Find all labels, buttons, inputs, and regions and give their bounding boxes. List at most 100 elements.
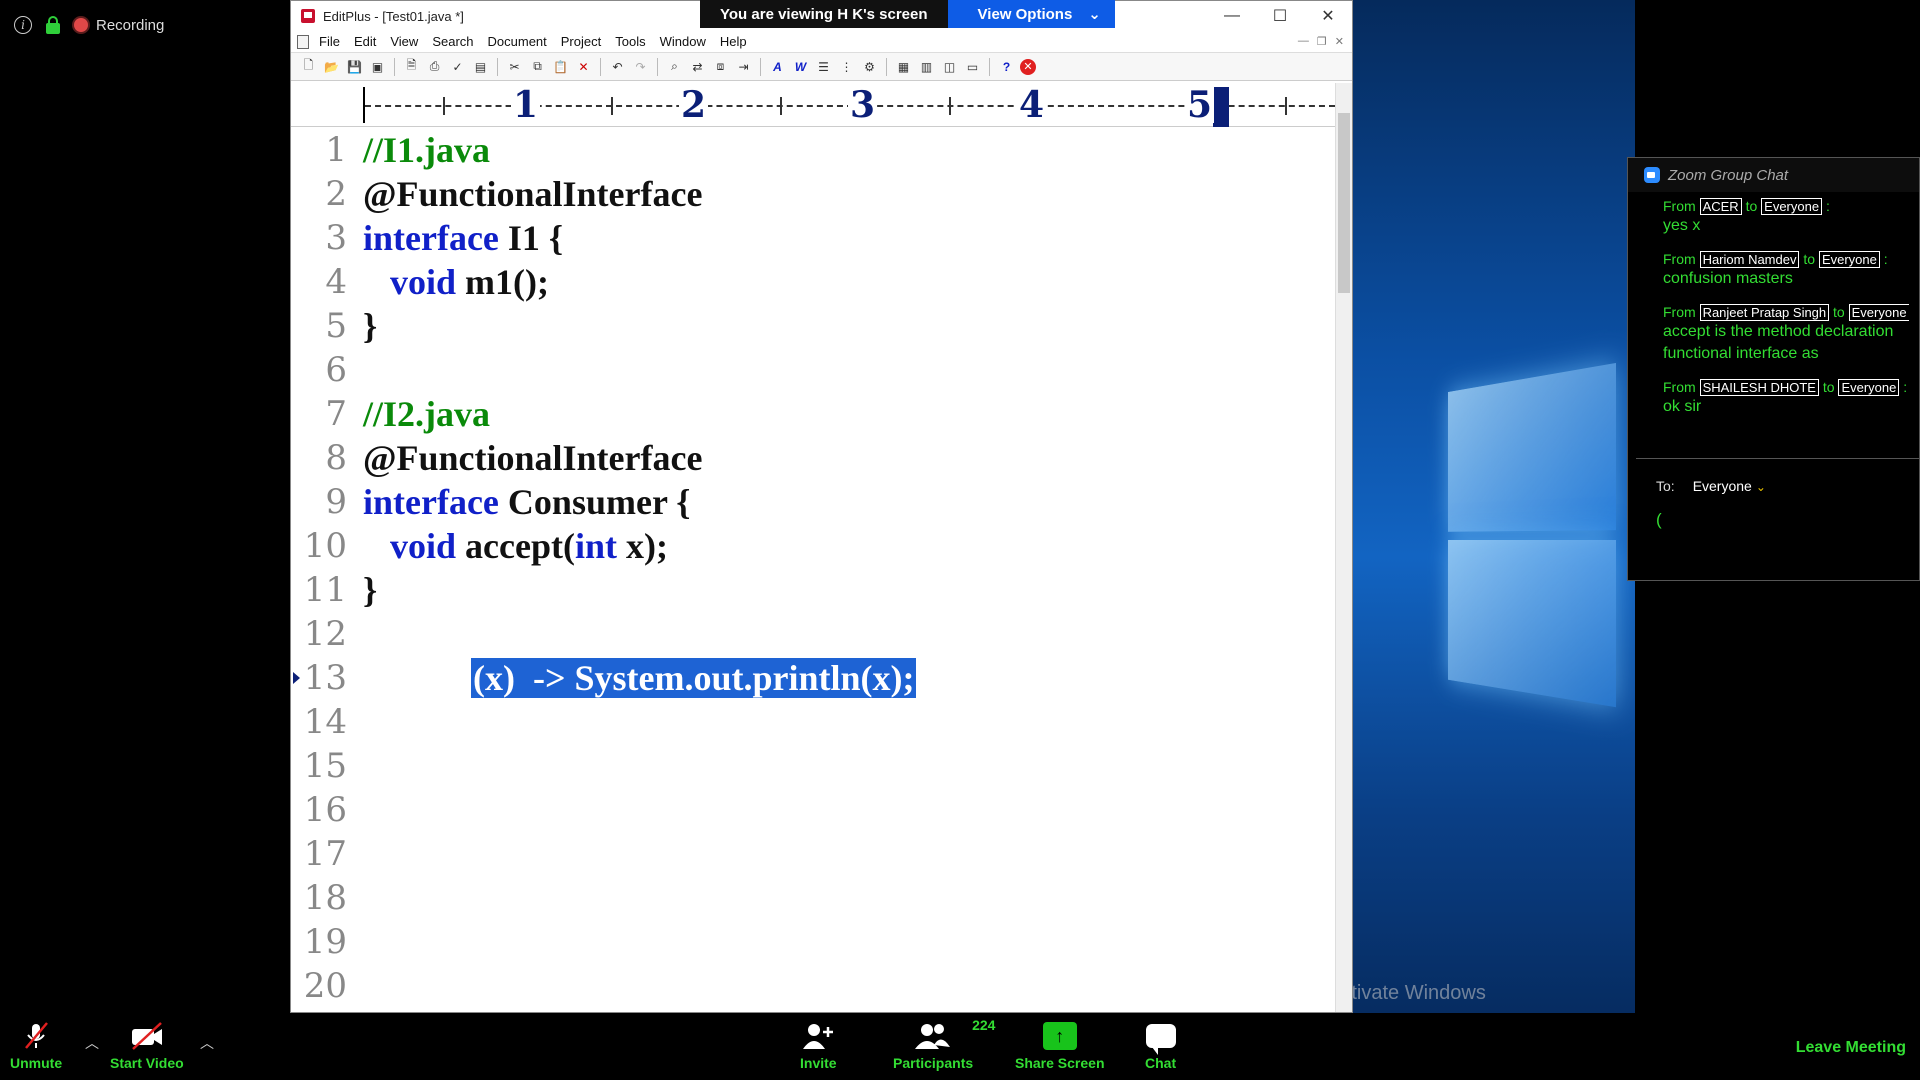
save-icon[interactable]: 💾 [345, 57, 364, 76]
recipient-name[interactable]: Everyone [1838, 379, 1900, 396]
print-preview-icon[interactable]: 🗎 [402, 57, 421, 76]
code-line[interactable]: 19 [291, 920, 1337, 964]
code-line[interactable]: 5} [291, 304, 1337, 348]
menu-help[interactable]: Help [720, 34, 747, 49]
meeting-controls-bar: Unmute ︿ Start Video ︿ Invite 224 Partic… [0, 1013, 1920, 1080]
vertical-scrollbar[interactable] [1335, 83, 1352, 1012]
replace-icon[interactable]: ⇄ [688, 57, 707, 76]
participants-button[interactable]: 224 Participants [893, 1017, 995, 1071]
code-line[interactable]: 2 @FunctionalInterface [291, 172, 1337, 216]
goto-icon[interactable]: ⇥ [734, 57, 753, 76]
find-in-files-icon[interactable]: ⧈ [711, 57, 730, 76]
code-line[interactable]: 17 [291, 832, 1337, 876]
tile-icon[interactable]: ▥ [917, 57, 936, 76]
cascade-icon[interactable]: ◫ [940, 57, 959, 76]
new-file-icon[interactable]: 🗋 [299, 57, 318, 76]
sender-name[interactable]: Hariom Namdev [1699, 251, 1800, 268]
chat-message-input[interactable]: ( [1656, 510, 1662, 530]
code-token: interface [363, 218, 499, 258]
cut-icon[interactable]: ✂ [505, 57, 524, 76]
delete-icon[interactable]: ✕ [574, 57, 593, 76]
menu-view[interactable]: View [390, 34, 418, 49]
paste-icon[interactable]: 📋 [551, 57, 570, 76]
recipient-name[interactable]: Everyone [1818, 251, 1880, 268]
zoom-camera-icon [1644, 167, 1660, 183]
redo-icon[interactable]: ↷ [631, 57, 650, 76]
participants-count-badge: 224 [972, 1017, 996, 1033]
code-line[interactable]: 1 //I1.java [291, 128, 1337, 172]
print-icon[interactable]: ⎙ [425, 57, 444, 76]
menu-file[interactable]: File [319, 34, 340, 49]
stop-icon[interactable]: ✕ [1020, 58, 1036, 75]
video-options-caret-icon[interactable]: ︿ [200, 1033, 214, 1053]
menu-document[interactable]: Document [488, 34, 547, 49]
recipient-name[interactable]: Everyone [1848, 304, 1909, 321]
recipient-name[interactable]: Everyone [1761, 198, 1823, 215]
save-all-icon[interactable]: ▣ [368, 57, 387, 76]
chat-message-list: From ACER to Everyone : yes x From Hariom … [1628, 198, 1919, 418]
chat-title: Zoom Group Chat [1668, 166, 1789, 184]
info-icon[interactable]: i [14, 16, 32, 34]
code-line[interactable]: 12 [291, 612, 1337, 656]
share-screen-button[interactable]: ↑ Share Screen [1015, 1021, 1105, 1071]
ruler-icon[interactable]: ☰ [814, 57, 833, 76]
mdi-minimize-icon[interactable]: — [1298, 35, 1309, 48]
menu-window[interactable]: Window [660, 34, 706, 49]
code-line[interactable]: 16 [291, 788, 1337, 832]
fullscreen-icon[interactable]: ▭ [963, 57, 982, 76]
code-line[interactable]: 10 void accept(int x); [291, 524, 1337, 568]
code-line[interactable]: 3 interface I1 { [291, 216, 1337, 260]
chat-button[interactable]: Chat [1145, 1021, 1176, 1071]
code-token: } [363, 570, 378, 610]
unmute-button[interactable]: Unmute [10, 1021, 62, 1071]
line-number-icon[interactable]: ⋮ [837, 57, 856, 76]
spell-check-icon[interactable]: ✓ [448, 57, 467, 76]
code-line[interactable]: 6 [291, 348, 1337, 392]
code-line[interactable]: 8 @FunctionalInterface [291, 436, 1337, 480]
code-line[interactable]: 7 //I2.java [291, 392, 1337, 436]
settings-icon[interactable]: ⚙ [860, 57, 879, 76]
menu-tools[interactable]: Tools [615, 34, 645, 49]
line-number: 4 [325, 262, 347, 302]
maximize-button[interactable]: ☐ [1256, 1, 1304, 31]
minimize-button[interactable]: — [1208, 1, 1256, 31]
menu-search[interactable]: Search [432, 34, 473, 49]
code-line[interactable]: 18 [291, 876, 1337, 920]
view-options-button[interactable]: View Options ⌄ [947, 0, 1115, 28]
sender-name[interactable]: ACER [1699, 198, 1742, 215]
window-list-icon[interactable]: ▦ [894, 57, 913, 76]
help-icon[interactable]: ? [997, 57, 1016, 76]
find-icon[interactable]: ⌕ [665, 57, 684, 76]
code-line[interactable]: 15 [291, 744, 1337, 788]
share-screen-label: Share Screen [1015, 1055, 1105, 1071]
audio-options-caret-icon[interactable]: ︿ [85, 1033, 99, 1053]
mdi-restore-icon[interactable]: ❐ [1317, 35, 1327, 48]
open-folder-icon[interactable]: 📂 [322, 57, 341, 76]
sender-name[interactable]: SHAILESH DHOTE [1699, 379, 1819, 396]
code-line[interactable]: 20 [291, 964, 1337, 1008]
code-line[interactable]: 14 [291, 700, 1337, 744]
browser-icon[interactable]: ▤ [471, 57, 490, 76]
mdi-close-icon[interactable]: ✕ [1335, 35, 1344, 48]
code-line[interactable]: 4 void m1(); [291, 260, 1337, 304]
close-button[interactable]: ✕ [1304, 1, 1352, 31]
invite-button[interactable]: Invite [800, 1021, 837, 1071]
code-line[interactable]: 11} [291, 568, 1337, 612]
sender-name[interactable]: Ranjeet Pratap Singh [1699, 304, 1830, 321]
code-line[interactable]: 9 interface Consumer { [291, 480, 1337, 524]
code-line[interactable]: 13 (x) -> System.out.println(x); [291, 656, 1337, 700]
code-editor[interactable]: 1 //I1.java 2 @FunctionalInterface 3 interfac… [291, 128, 1337, 1012]
scrollbar-thumb[interactable] [1338, 113, 1350, 293]
lock-icon[interactable] [46, 16, 60, 34]
word-wrap-icon[interactable]: W [791, 57, 810, 76]
start-video-button[interactable]: Start Video [110, 1021, 184, 1071]
meeting-status-bar: i Recording [14, 12, 164, 38]
recipient-dropdown[interactable]: Everyone ⌄ [1693, 478, 1766, 494]
copy-icon[interactable]: ⧉ [528, 57, 547, 76]
undo-icon[interactable]: ↶ [608, 57, 627, 76]
font-icon[interactable]: A [768, 57, 787, 76]
menu-edit[interactable]: Edit [354, 34, 376, 49]
menu-project[interactable]: Project [561, 34, 601, 49]
leave-meeting-button[interactable]: Leave Meeting [1796, 1039, 1906, 1057]
